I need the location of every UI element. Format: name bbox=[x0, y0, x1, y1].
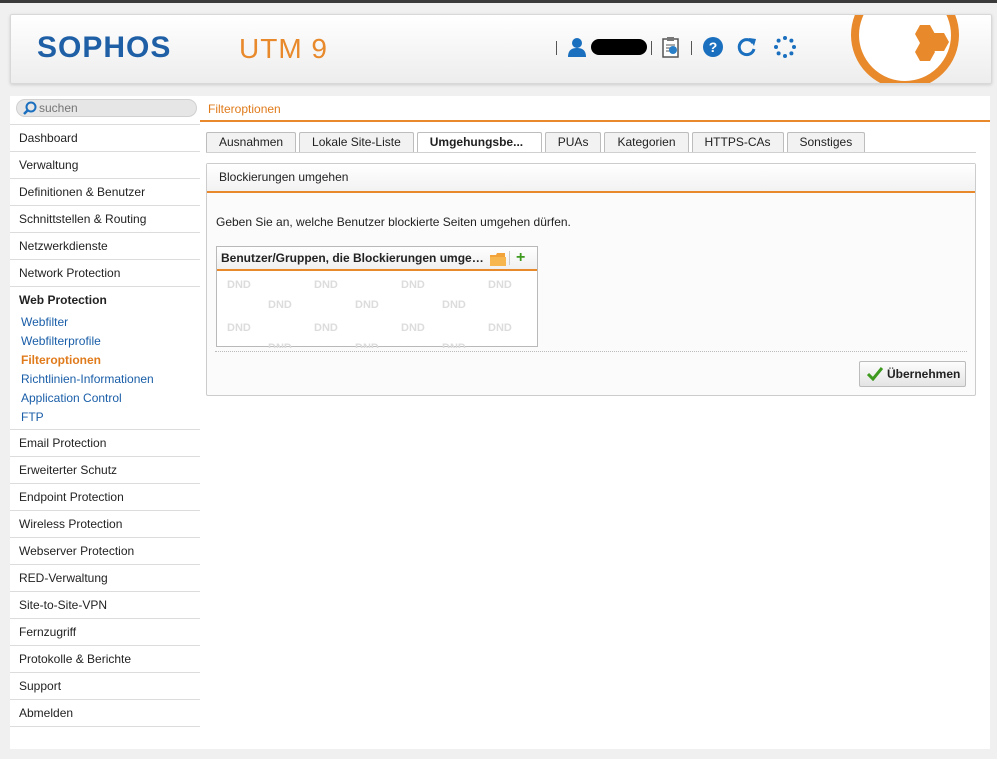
title-divider bbox=[200, 120, 990, 122]
page-title: Filteroptionen bbox=[208, 102, 281, 116]
tab-kategorien[interactable]: Kategorien bbox=[604, 132, 689, 152]
sidebar-item-abmelden[interactable]: Abmelden bbox=[10, 700, 200, 727]
sidebar-item-wireless-protection[interactable]: Wireless Protection bbox=[10, 511, 200, 538]
tab-ausnahmen[interactable]: Ausnahmen bbox=[206, 132, 297, 152]
svg-text:?: ? bbox=[709, 39, 718, 55]
dnd-watermark: DND bbox=[314, 322, 338, 334]
search-input[interactable] bbox=[39, 101, 179, 115]
reload-icon[interactable] bbox=[735, 35, 759, 59]
panel-title: Blockierungen umgehen bbox=[207, 164, 975, 193]
product-name: UTM 9 bbox=[239, 33, 328, 64]
drop-zone[interactable]: DND DND DND DND DND DND DND DND DND DND … bbox=[217, 271, 537, 348]
dnd-watermark: DND bbox=[488, 322, 512, 334]
sidebar-item-definitionen-benutzer[interactable]: Definitionen & Benutzer bbox=[10, 179, 200, 206]
users-groups-list[interactable]: Benutzer/Gruppen, die Blockierungen umge… bbox=[216, 246, 538, 348]
header-separator bbox=[651, 41, 652, 55]
tab-underline bbox=[206, 152, 976, 153]
sidebar-item-site-to-site-vpn[interactable]: Site-to-Site-VPN bbox=[10, 592, 200, 619]
sidebar-item-webserver-protection[interactable]: Webserver Protection bbox=[10, 538, 200, 565]
header-separator bbox=[691, 41, 692, 55]
user-name-redacted[interactable] bbox=[591, 39, 647, 55]
dnd-watermark: DND bbox=[488, 279, 512, 291]
tab-https-cas[interactable]: HTTPS-CAs bbox=[691, 132, 784, 152]
clipboard-icon[interactable] bbox=[659, 35, 683, 59]
sidebar-item-network-protection[interactable]: Network Protection bbox=[10, 260, 200, 287]
header-separator bbox=[556, 41, 557, 55]
main-nav: Dashboard Verwaltung Definitionen & Benu… bbox=[10, 124, 200, 727]
bypass-panel: Blockierungen umgehen Geben Sie an, welc… bbox=[206, 163, 976, 396]
sidebar: Dashboard Verwaltung Definitionen & Benu… bbox=[10, 96, 200, 749]
dnd-watermark: DND bbox=[227, 322, 251, 334]
dnd-watermark: DND bbox=[227, 279, 251, 291]
dnd-watermark: DND bbox=[442, 342, 466, 348]
folder-icon[interactable] bbox=[490, 251, 506, 269]
sidebar-item-fernzugriff[interactable]: Fernzugriff bbox=[10, 619, 200, 646]
help-icon[interactable]: ? bbox=[701, 35, 725, 59]
window-top-bar bbox=[0, 0, 997, 3]
main-content: Filteroptionen Ausnahmen Lokale Site-Lis… bbox=[200, 96, 990, 749]
sidebar-item-dashboard[interactable]: Dashboard bbox=[10, 124, 200, 152]
sidebar-item-web-protection[interactable]: Web Protection bbox=[10, 287, 200, 313]
tab-puas[interactable]: PUAs bbox=[544, 132, 602, 152]
plus-icon[interactable]: + bbox=[516, 249, 525, 267]
user-icon[interactable] bbox=[565, 35, 589, 59]
list-header: Benutzer/Gruppen, die Blockierungen umge… bbox=[217, 247, 537, 271]
dnd-watermark: DND bbox=[401, 279, 425, 291]
panel-divider bbox=[215, 351, 967, 352]
tab-bar: Ausnahmen Lokale Site-Liste Umgehungsbe.… bbox=[206, 132, 868, 153]
sidebar-item-netzwerkdienste[interactable]: Netzwerkdienste bbox=[10, 233, 200, 260]
sidebar-item-email-protection[interactable]: Email Protection bbox=[10, 430, 200, 457]
tab-sonstiges[interactable]: Sonstiges bbox=[786, 132, 866, 152]
sidebar-subitem-webfilter[interactable]: Webfilter bbox=[10, 313, 200, 332]
sidebar-subitem-application-control[interactable]: Application Control bbox=[10, 389, 200, 408]
app-header: SOPHOS UTM 9 ? bbox=[10, 14, 992, 84]
dnd-watermark: DND bbox=[268, 342, 292, 348]
hexagon-emblem-icon bbox=[910, 23, 952, 66]
sidebar-item-red-verwaltung[interactable]: RED-Verwaltung bbox=[10, 565, 200, 592]
dnd-watermark: DND bbox=[442, 299, 466, 311]
sidebar-item-protokolle-berichte[interactable]: Protokolle & Berichte bbox=[10, 646, 200, 673]
dnd-watermark: DND bbox=[401, 322, 425, 334]
search-box[interactable] bbox=[16, 99, 197, 117]
sidebar-item-verwaltung[interactable]: Verwaltung bbox=[10, 152, 200, 179]
sophos-logo: SOPHOS bbox=[37, 31, 172, 64]
sidebar-item-erweiterter-schutz[interactable]: Erweiterter Schutz bbox=[10, 457, 200, 484]
search-icon bbox=[23, 101, 37, 115]
sidebar-subitem-ftp[interactable]: FTP bbox=[10, 408, 200, 427]
sidebar-item-support[interactable]: Support bbox=[10, 673, 200, 700]
dnd-watermark: DND bbox=[314, 279, 338, 291]
sidebar-subitem-webfilterprofile[interactable]: Webfilterprofile bbox=[10, 332, 200, 351]
sidebar-item-endpoint-protection[interactable]: Endpoint Protection bbox=[10, 484, 200, 511]
spinner-icon bbox=[773, 35, 797, 59]
apply-button[interactable]: Übernehmen bbox=[859, 361, 966, 387]
sidebar-item-schnittstellen-routing[interactable]: Schnittstellen & Routing bbox=[10, 206, 200, 233]
panel-description: Geben Sie an, welche Benutzer blockierte… bbox=[216, 215, 571, 229]
dnd-watermark: DND bbox=[355, 299, 379, 311]
check-icon bbox=[867, 367, 883, 381]
list-title: Benutzer/Gruppen, die Blockierungen umge… bbox=[221, 251, 487, 265]
sidebar-subitem-filteroptionen[interactable]: Filteroptionen bbox=[10, 351, 200, 370]
dnd-watermark: DND bbox=[268, 299, 292, 311]
tab-lokale-site-liste[interactable]: Lokale Site-Liste bbox=[299, 132, 414, 152]
tab-umgehungsbestaetigung[interactable]: Umgehungsbe... bbox=[416, 132, 542, 153]
web-protection-submenu: Webfilter Webfilterprofile Filteroptione… bbox=[10, 313, 200, 430]
dnd-watermark: DND bbox=[355, 342, 379, 348]
sidebar-subitem-richtlinien-informationen[interactable]: Richtlinien-Informationen bbox=[10, 370, 200, 389]
header-separator bbox=[509, 251, 510, 265]
apply-button-label: Übernehmen bbox=[887, 367, 961, 381]
